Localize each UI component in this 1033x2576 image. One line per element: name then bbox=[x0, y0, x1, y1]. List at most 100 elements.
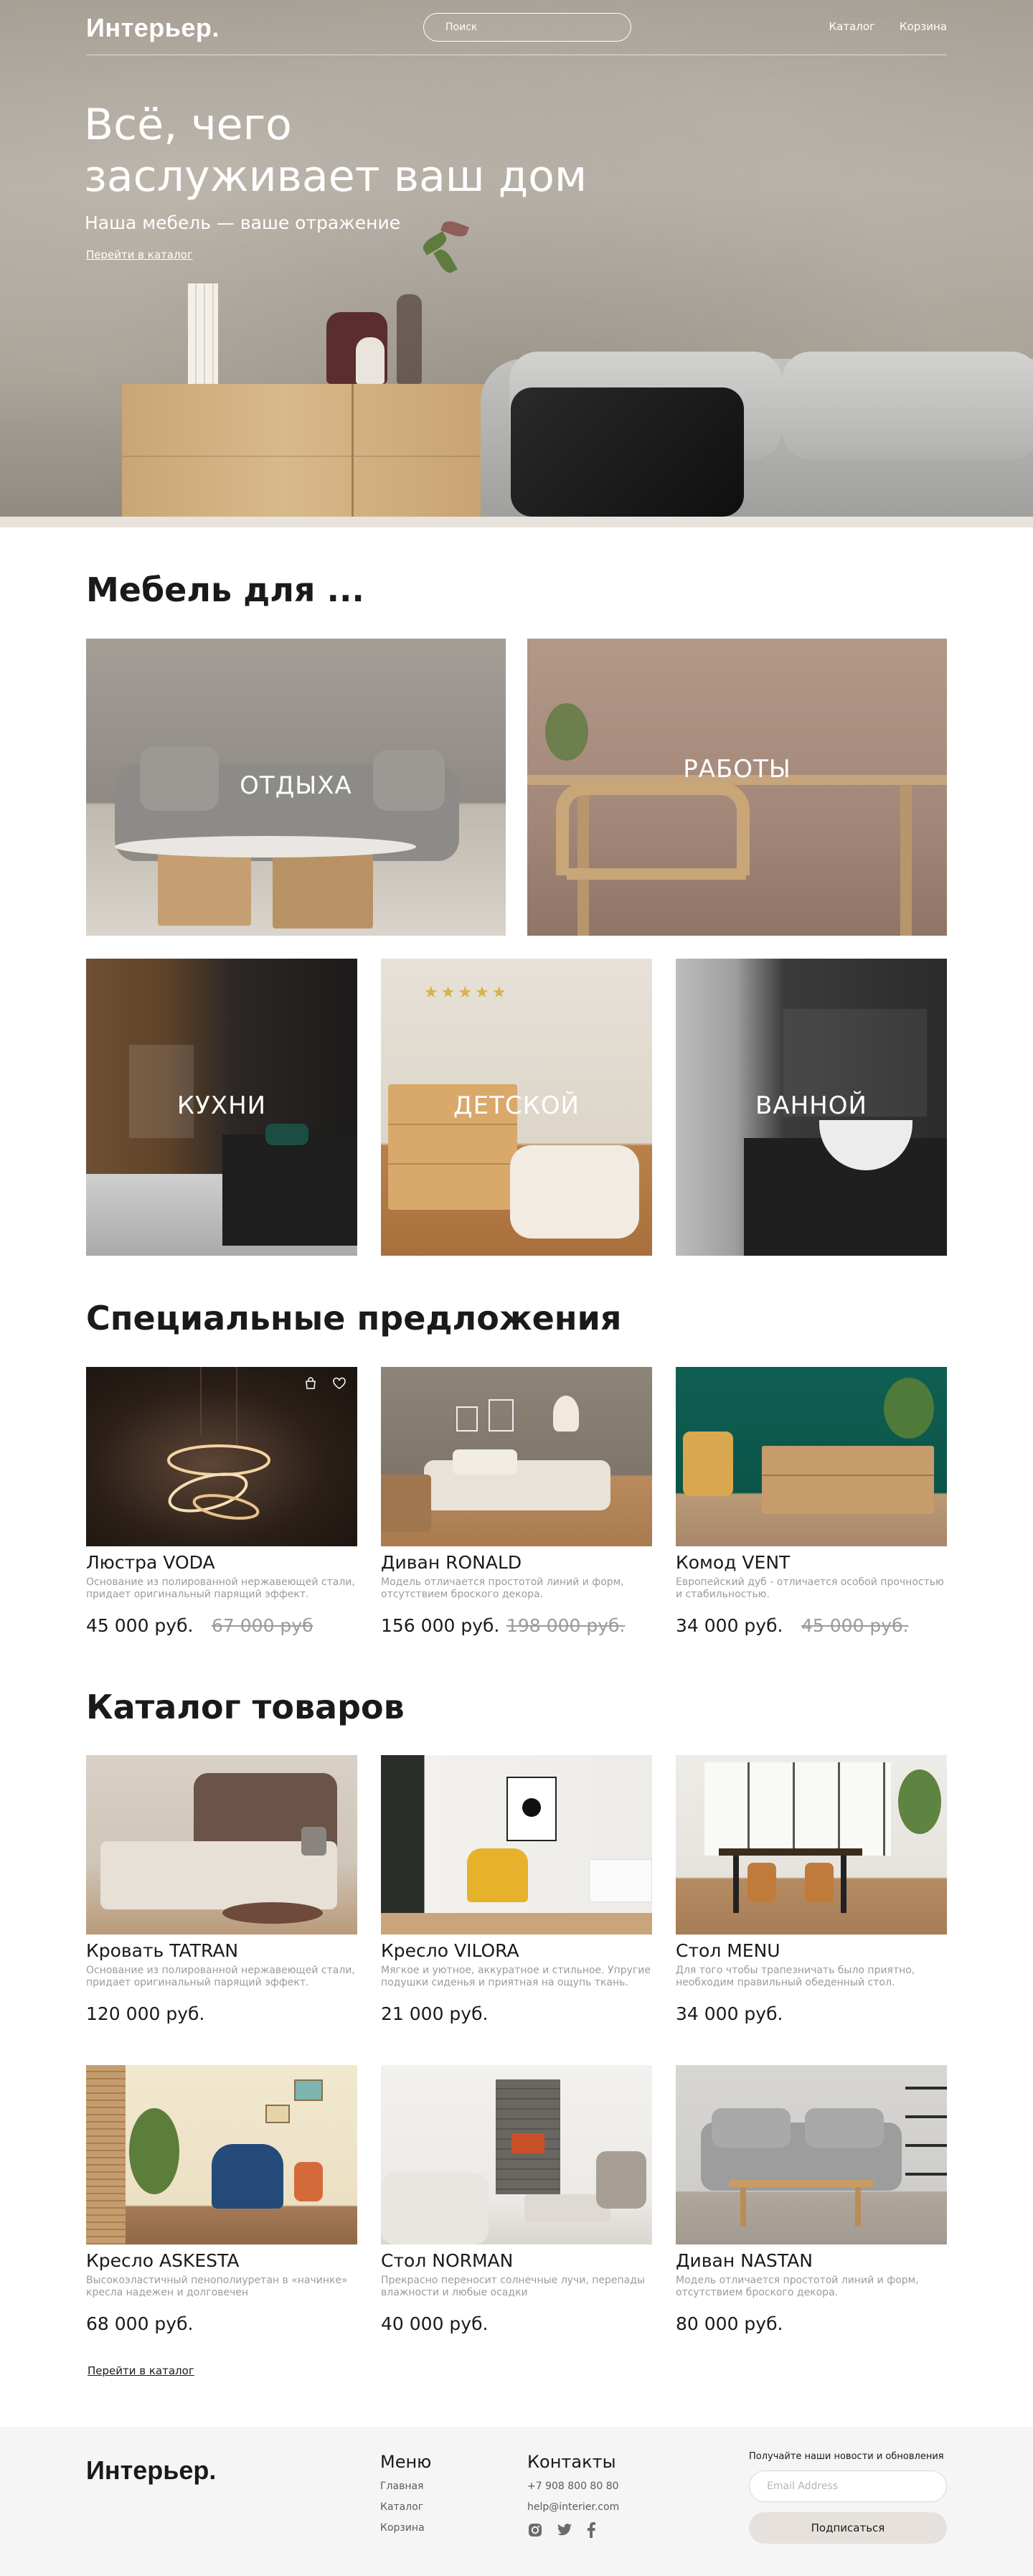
footer-menu: Меню Главная Каталог Корзина bbox=[380, 2452, 431, 2543]
product-image bbox=[676, 2065, 947, 2244]
category-label: ДЕТСКОЙ bbox=[453, 1091, 580, 1120]
product-image bbox=[86, 2065, 357, 2244]
product-image bbox=[676, 1367, 947, 1546]
product-name: Диван RONALD bbox=[381, 1552, 522, 1573]
logo[interactable]: Интерьер. bbox=[86, 13, 220, 43]
product-description: Основание из полированной нержавеющей ст… bbox=[86, 1965, 355, 1988]
product-image bbox=[381, 1367, 652, 1546]
category-label: ВАННОЙ bbox=[755, 1091, 867, 1120]
catalog-card[interactable]: Кресло ASKESTA Высокоэластичный пенополи… bbox=[86, 2065, 357, 2334]
product-image bbox=[676, 1755, 947, 1935]
category-work[interactable]: РАБОТЫ bbox=[527, 639, 947, 936]
category-bathroom[interactable]: ВАННОЙ bbox=[676, 959, 947, 1256]
product-description: Для того чтобы трапезничать было приятно… bbox=[676, 1965, 915, 1988]
special-card[interactable]: Люстра VODA Основание из полированной не… bbox=[86, 1367, 357, 1636]
product-old-price: 67 000 руб bbox=[212, 1615, 313, 1636]
cart-icon[interactable] bbox=[301, 1374, 320, 1393]
product-description: Мягкое и уютное, аккуратное и стильное. … bbox=[381, 1965, 651, 1988]
nav-link-catalog[interactable]: Каталог bbox=[829, 20, 875, 33]
hero-title-line: Всё, чего bbox=[84, 100, 292, 150]
category-label: КУХНИ bbox=[176, 1091, 267, 1120]
product-description: Высокоэластичный пенополиуретан в «начин… bbox=[86, 2275, 348, 2298]
category-label: ОТДЫХА bbox=[240, 771, 352, 800]
hero-vase-image bbox=[397, 294, 422, 384]
hero-title: Всё, чего заслуживает ваш дом bbox=[84, 99, 730, 202]
hero-pillow-image bbox=[511, 387, 744, 517]
twitter-icon[interactable] bbox=[556, 2522, 573, 2541]
footer-contacts: Контакты +7 908 800 80 80 help@interier.… bbox=[527, 2452, 619, 2541]
hero-title-line: заслуживает ваш дом bbox=[84, 151, 588, 202]
newsletter-text: Получайте наши новости и обновления bbox=[749, 2451, 944, 2462]
product-image bbox=[86, 1367, 357, 1546]
product-description: Основание из полированной нержавеющей ст… bbox=[86, 1576, 355, 1600]
footer-menu-title: Меню bbox=[380, 2452, 432, 2472]
special-card[interactable]: Комод VENT Европейский дуб - отличается … bbox=[676, 1367, 947, 1636]
product-price: 68 000 руб. bbox=[86, 2313, 194, 2334]
product-image bbox=[381, 2065, 652, 2244]
footer-contacts-title: Контакты bbox=[527, 2452, 616, 2472]
product-price: 120 000 руб. bbox=[86, 2003, 205, 2024]
product-description: Прекрасно переносит солнечные лучи, пере… bbox=[381, 2275, 645, 2298]
catalog-card[interactable]: Стол NORMAN Прекрасно переносит солнечны… bbox=[381, 2065, 652, 2334]
site-footer: Интерьер. Меню Главная Каталог Корзина К… bbox=[0, 2427, 1033, 2576]
newsletter-email-input[interactable] bbox=[749, 2471, 947, 2502]
product-name: Комод VENT bbox=[676, 1552, 791, 1573]
facebook-icon[interactable] bbox=[586, 2522, 596, 2541]
category-kids[interactable]: ★★★★★ ДЕТСКОЙ bbox=[381, 959, 652, 1256]
footer-link-catalog[interactable]: Каталог bbox=[380, 2501, 431, 2513]
social-links bbox=[527, 2522, 619, 2541]
hero-floor bbox=[0, 517, 1033, 527]
product-name: Стол NORMAN bbox=[381, 2250, 514, 2271]
product-description: Модель отличается простотой линий и форм… bbox=[381, 1576, 624, 1600]
category-relax[interactable]: ОТДЫХА bbox=[86, 639, 506, 936]
site-header: Интерьер. Каталог Корзина bbox=[86, 0, 947, 55]
footer-logo[interactable]: Интерьер. bbox=[86, 2455, 216, 2486]
search-input[interactable] bbox=[423, 13, 631, 42]
catalog-card[interactable]: Кровать TATRAN Основание из полированной… bbox=[86, 1755, 357, 2024]
product-price: 34 000 руб. bbox=[676, 1615, 783, 1636]
product-name: Люстра VODA bbox=[86, 1552, 215, 1573]
newsletter: Получайте наши новости и обновления Подп… bbox=[749, 2451, 947, 2544]
product-description: Модель отличается простотой линий и форм… bbox=[676, 2275, 919, 2298]
footer-link-cart[interactable]: Корзина bbox=[380, 2522, 431, 2534]
specials-title: Специальные предложения bbox=[86, 1299, 622, 1338]
product-price: 80 000 руб. bbox=[676, 2313, 783, 2334]
categories-title: Мебель для ... bbox=[86, 570, 364, 609]
catalog-link[interactable]: Перейти в каталог bbox=[88, 2364, 194, 2377]
hero-books-image bbox=[188, 283, 218, 384]
hero-section: Интерьер. Каталог Корзина Всё, чего засл… bbox=[0, 0, 1033, 527]
footer-link-home[interactable]: Главная bbox=[380, 2481, 431, 2492]
product-image bbox=[381, 1755, 652, 1935]
instagram-icon[interactable] bbox=[527, 2522, 543, 2541]
footer-phone[interactable]: +7 908 800 80 80 bbox=[527, 2481, 619, 2492]
catalog-card[interactable]: Диван NASTAN Модель отличается простотой… bbox=[676, 2065, 947, 2334]
chandelier-image bbox=[167, 1367, 270, 1520]
catalog-card[interactable]: Кресло VILORA Мягкое и уютное, аккуратно… bbox=[381, 1755, 652, 2024]
product-name: Кресло VILORA bbox=[381, 1940, 519, 1961]
hero-catalog-link[interactable]: Перейти в каталог bbox=[86, 248, 193, 261]
product-price: 21 000 руб. bbox=[381, 2003, 489, 2024]
subscribe-button[interactable]: Подписаться bbox=[749, 2512, 947, 2544]
nav-link-cart[interactable]: Корзина bbox=[900, 20, 947, 33]
main-nav: Каталог Корзина bbox=[829, 20, 948, 33]
product-old-price: 198 000 руб. bbox=[506, 1615, 626, 1636]
catalog-card[interactable]: Стол MENU Для того чтобы трапезничать бы… bbox=[676, 1755, 947, 2024]
product-old-price: 45 000 руб. bbox=[801, 1615, 909, 1636]
product-image bbox=[86, 1755, 357, 1935]
footer-email[interactable]: help@interier.com bbox=[527, 2501, 619, 2513]
hero-plant-image bbox=[415, 215, 472, 301]
hero-vase-image bbox=[356, 337, 385, 384]
product-price: 40 000 руб. bbox=[381, 2313, 489, 2334]
product-name: Диван NASTAN bbox=[676, 2250, 813, 2271]
product-price: 34 000 руб. bbox=[676, 2003, 783, 2024]
product-name: Кровать TATRAN bbox=[86, 1940, 239, 1961]
product-description: Европейский дуб - отличается особой проч… bbox=[676, 1576, 944, 1600]
category-label: РАБОТЫ bbox=[683, 755, 791, 784]
product-price: 45 000 руб. bbox=[86, 1615, 194, 1636]
special-card[interactable]: Диван RONALD Модель отличается простотой… bbox=[381, 1367, 652, 1636]
heart-icon[interactable] bbox=[330, 1374, 349, 1393]
hero-cabinet-image bbox=[122, 384, 524, 527]
catalog-title: Каталог товаров bbox=[86, 1688, 405, 1726]
hero-subtitle: Наша мебель — ваше отражение bbox=[85, 212, 401, 233]
category-kitchen[interactable]: КУХНИ bbox=[86, 959, 357, 1256]
